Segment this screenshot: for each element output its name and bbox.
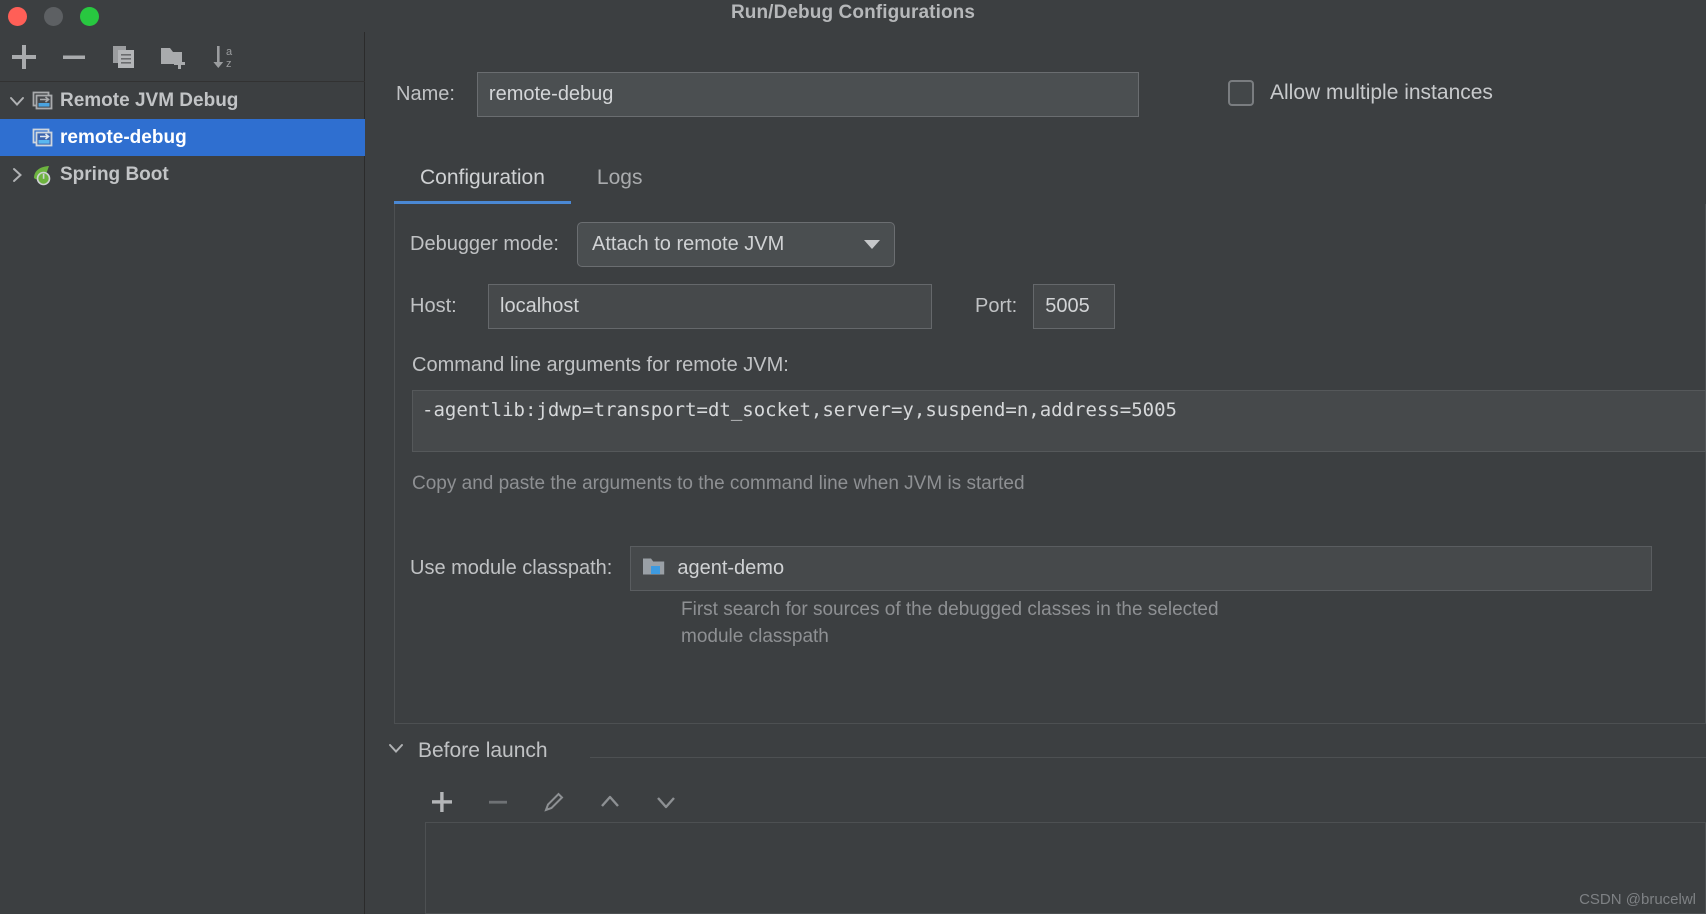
command-line-arguments-hint: Copy and paste the arguments to the comm… [412, 473, 1025, 494]
module-classpath-hint: First search for sources of the debugged… [681, 599, 1219, 647]
minus-icon [63, 55, 85, 59]
remove-configuration-button[interactable] [56, 39, 92, 75]
before-launch-title: Before launch [418, 738, 548, 762]
sidebar-toolbar: a z [0, 32, 365, 82]
name-row: Name: [396, 72, 1139, 117]
port-label: Port: [975, 295, 1018, 317]
before-launch-header[interactable]: Before launch [386, 738, 548, 763]
allow-multiple-instances-row[interactable]: Allow multiple instances [1228, 80, 1493, 106]
arrow-down-icon [657, 797, 675, 809]
copy-icon [113, 45, 134, 68]
watermark: CSDN @brucelwl [1579, 891, 1696, 908]
tree-item-remote-jvm-debug[interactable]: Remote JVM Debug [0, 82, 365, 119]
chevron-down-icon [863, 240, 880, 249]
host-row: Host: [410, 284, 932, 329]
run-debug-configurations-dialog: Run/Debug Configurations a z Remote JVM … [0, 0, 1706, 914]
allow-multiple-instances-checkbox[interactable] [1228, 80, 1254, 106]
debugger-mode-value: Attach to remote JVM [591, 233, 785, 255]
before-launch-add-button[interactable] [425, 785, 459, 819]
tab-configuration[interactable]: Configuration [394, 152, 571, 204]
module-classpath-select[interactable]: agent-demo [630, 546, 1653, 591]
name-input[interactable] [476, 72, 1139, 117]
tree-item-remote-debug[interactable]: remote-debug [0, 119, 365, 156]
name-label: Name: [396, 83, 455, 105]
module-classpath-label: Use module classpath: [410, 557, 613, 579]
port-row: Port: [975, 284, 1116, 329]
spring-boot-icon [30, 163, 56, 187]
chevron-down-icon[interactable] [386, 738, 406, 763]
before-launch-toolbar [425, 785, 683, 819]
svg-text:z: z [226, 58, 232, 70]
host-input[interactable] [488, 284, 932, 329]
editor-tabs: Configuration Logs [394, 152, 1684, 204]
module-classpath-row: Use module classpath: agent-demo [410, 546, 1653, 591]
host-label: Host: [410, 295, 457, 317]
window-title: Run/Debug Configurations [730, 2, 976, 23]
configurations-sidebar: a z Remote JVM Debug remote-debug Spring… [0, 32, 365, 914]
arrow-up-icon [601, 795, 619, 807]
tree-item-label: remote-debug [60, 126, 187, 148]
remote-jvm-debug-icon [30, 89, 56, 113]
svg-text:a: a [226, 46, 233, 58]
remote-jvm-debug-icon [30, 126, 56, 150]
module-folder-icon [641, 555, 667, 582]
allow-multiple-instances-label: Allow multiple instances [1270, 81, 1493, 104]
sort-alpha-icon: a z [213, 45, 233, 70]
debugger-mode-select[interactable]: Attach to remote JVM [576, 222, 895, 267]
tab-label: Logs [596, 166, 643, 189]
pencil-icon [544, 792, 564, 812]
command-line-arguments-field[interactable]: -agentlib:jdwp=transport=dt_socket,serve… [412, 390, 1706, 452]
add-configuration-button[interactable] [6, 39, 42, 75]
tree-item-spring-boot[interactable]: Spring Boot [0, 156, 365, 193]
configurations-tree: Remote JVM Debug remote-debug Spring Boo… [0, 82, 365, 193]
tree-item-label: Remote JVM Debug [60, 89, 239, 111]
tab-label: Configuration [420, 166, 545, 189]
before-launch-remove-button[interactable] [481, 785, 515, 819]
window-titlebar: Run/Debug Configurations [0, 0, 1706, 32]
before-launch-edit-button[interactable] [537, 785, 571, 819]
tree-item-label: Spring Boot [60, 163, 169, 185]
chevron-right-icon[interactable] [4, 166, 30, 184]
sort-configurations-button[interactable]: a z [206, 39, 242, 75]
chevron-down-icon[interactable] [4, 92, 30, 110]
folder-plus-icon [161, 47, 185, 69]
before-launch-divider [590, 757, 1706, 758]
save-configuration-button[interactable] [156, 39, 192, 75]
copy-configuration-button[interactable] [106, 39, 142, 75]
before-launch-move-up-button[interactable] [593, 785, 627, 819]
minus-icon [489, 800, 507, 804]
command-line-arguments-value: -agentlib:jdwp=transport=dt_socket,serve… [422, 399, 1177, 421]
command-line-arguments-label: Command line arguments for remote JVM: [412, 354, 789, 376]
tab-logs[interactable]: Logs [571, 152, 669, 204]
plus-icon [12, 44, 36, 69]
module-classpath-value: agent-demo [677, 557, 785, 579]
before-launch-move-down-button[interactable] [649, 785, 683, 819]
before-launch-task-list[interactable] [425, 822, 1706, 914]
debugger-mode-row: Debugger mode: Attach to remote JVM [410, 222, 895, 267]
port-input[interactable] [1033, 284, 1116, 329]
debugger-mode-label: Debugger mode: [410, 233, 559, 255]
plus-icon [432, 792, 452, 812]
